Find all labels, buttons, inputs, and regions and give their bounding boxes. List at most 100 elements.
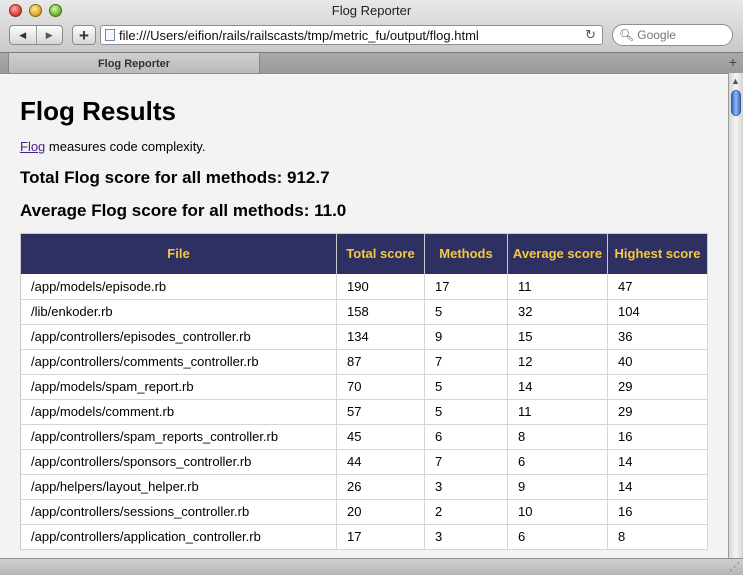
cell-highest-score: 16 (607, 424, 708, 450)
cell-methods: 7 (424, 349, 508, 375)
cell-highest-score: 104 (607, 299, 708, 325)
new-tab-icon[interactable]: + (729, 54, 737, 70)
cell-average-score: 14 (507, 374, 608, 400)
cell-average-score: 6 (507, 524, 608, 550)
intro-paragraph: Flog measures code complexity. (20, 139, 708, 154)
column-header-total-score: Total score (336, 233, 425, 274)
cell-methods: 6 (424, 424, 508, 450)
cell-file: /app/helpers/layout_helper.rb (20, 474, 337, 500)
cell-average-score: 9 (507, 474, 608, 500)
back-arrow-icon[interactable]: ◀ (10, 26, 37, 44)
cell-file: /app/models/spam_report.rb (20, 374, 337, 400)
cell-methods: 5 (424, 299, 508, 325)
cell-highest-score: 40 (607, 349, 708, 375)
table-row: /app/models/episode.rb 190 17 11 47 (20, 274, 708, 300)
column-header-methods: Methods (424, 233, 508, 274)
cell-average-score: 15 (507, 324, 608, 350)
vertical-scrollbar[interactable]: ▲ (728, 73, 743, 558)
table-row: /app/helpers/layout_helper.rb 26 3 9 14 (20, 474, 708, 500)
cell-methods: 5 (424, 374, 508, 400)
cell-file: /lib/enkoder.rb (20, 299, 337, 325)
cell-total-score: 57 (336, 399, 425, 425)
cell-file: /app/models/comment.rb (20, 399, 337, 425)
address-bar[interactable]: file:///Users/eifion/rails/railscasts/tm… (100, 25, 603, 45)
cell-highest-score: 47 (607, 274, 708, 300)
table-row: /app/controllers/comments_controller.rb … (20, 349, 708, 375)
table-row: /app/controllers/spam_reports_controller… (20, 424, 708, 450)
cell-file: /app/controllers/spam_reports_controller… (20, 424, 337, 450)
cell-methods: 17 (424, 274, 508, 300)
cell-file: /app/controllers/application_controller.… (20, 524, 337, 550)
plus-icon[interactable]: + (72, 25, 96, 45)
title-toolbar: Flog Reporter ◀ ▶ + file:///Users/eifion… (0, 0, 743, 52)
cell-average-score: 11 (507, 399, 608, 425)
scroll-up-arrow-icon[interactable]: ▲ (731, 76, 740, 86)
page-content: Flog Results Flog measures code complexi… (0, 74, 728, 550)
cell-methods: 3 (424, 524, 508, 550)
column-header-file: File (20, 233, 337, 274)
table-row: /lib/enkoder.rb 158 5 32 104 (20, 299, 708, 325)
cell-average-score: 12 (507, 349, 608, 375)
table-row: /app/controllers/episodes_controller.rb … (20, 324, 708, 350)
cell-total-score: 134 (336, 324, 425, 350)
cell-file: /app/controllers/sponsors_controller.rb (20, 449, 337, 475)
url-text[interactable]: file:///Users/eifion/rails/railscasts/tm… (119, 28, 585, 43)
cell-methods: 2 (424, 499, 508, 525)
results-table: File Total score Methods Average score H… (20, 233, 708, 550)
forward-arrow-icon[interactable]: ▶ (37, 26, 63, 44)
status-bar: ⋰ (0, 558, 743, 575)
cell-total-score: 17 (336, 524, 425, 550)
search-field[interactable]: 🔍︎ (612, 24, 733, 46)
cell-total-score: 87 (336, 349, 425, 375)
flog-link[interactable]: Flog (20, 139, 45, 154)
column-header-average-score: Average score (507, 233, 608, 274)
cell-file: /app/controllers/comments_controller.rb (20, 349, 337, 375)
page-viewport: Flog Results Flog measures code complexi… (0, 73, 728, 558)
cell-total-score: 26 (336, 474, 425, 500)
cell-average-score: 8 (507, 424, 608, 450)
browser-window: Flog Reporter ◀ ▶ + file:///Users/eifion… (0, 0, 743, 575)
resize-handle-icon[interactable]: ⋰ (729, 560, 740, 573)
search-icon[interactable]: 🔍︎ (619, 28, 634, 42)
page-icon (105, 29, 115, 41)
cell-file: /app/controllers/episodes_controller.rb (20, 324, 337, 350)
total-score-heading: Total Flog score for all methods: 912.7 (20, 168, 330, 187)
table-header-row: File Total score Methods Average score H… (20, 233, 708, 274)
cell-highest-score: 36 (607, 324, 708, 350)
tab-bar: Flog Reporter + (0, 52, 743, 74)
reload-icon[interactable]: ↻ (585, 27, 596, 43)
cell-file: /app/models/episode.rb (20, 274, 337, 300)
navigation-buttons: ◀ ▶ (9, 25, 63, 45)
table-row: /app/models/comment.rb 57 5 11 29 (20, 399, 708, 425)
cell-average-score: 32 (507, 299, 608, 325)
cell-total-score: 70 (336, 374, 425, 400)
cell-highest-score: 14 (607, 474, 708, 500)
cell-total-score: 190 (336, 274, 425, 300)
cell-average-score: 10 (507, 499, 608, 525)
search-input[interactable] (637, 28, 718, 42)
cell-total-score: 45 (336, 424, 425, 450)
scrollbar-thumb[interactable] (731, 90, 741, 116)
cell-highest-score: 14 (607, 449, 708, 475)
table-row: /app/models/spam_report.rb 70 5 14 29 (20, 374, 708, 400)
page-title: Flog Results (20, 96, 177, 126)
table-row: /app/controllers/sessions_controller.rb … (20, 499, 708, 525)
cell-total-score: 158 (336, 299, 425, 325)
table-row: /app/controllers/sponsors_controller.rb … (20, 449, 708, 475)
intro-text: measures code complexity. (45, 139, 206, 154)
cell-highest-score: 29 (607, 399, 708, 425)
cell-highest-score: 16 (607, 499, 708, 525)
cell-methods: 7 (424, 449, 508, 475)
window-title: Flog Reporter (331, 3, 412, 18)
cell-methods: 5 (424, 399, 508, 425)
tab-flog-reporter[interactable]: Flog Reporter (8, 53, 260, 74)
average-score-heading: Average Flog score for all methods: 11.0 (20, 201, 347, 220)
cell-methods: 3 (424, 474, 508, 500)
cell-highest-score: 8 (607, 524, 708, 550)
cell-average-score: 11 (507, 274, 608, 300)
cell-total-score: 20 (336, 499, 425, 525)
column-header-highest-score: Highest score (607, 233, 708, 274)
table-row: /app/controllers/application_controller.… (20, 524, 708, 550)
cell-file: /app/controllers/sessions_controller.rb (20, 499, 337, 525)
cell-methods: 9 (424, 324, 508, 350)
